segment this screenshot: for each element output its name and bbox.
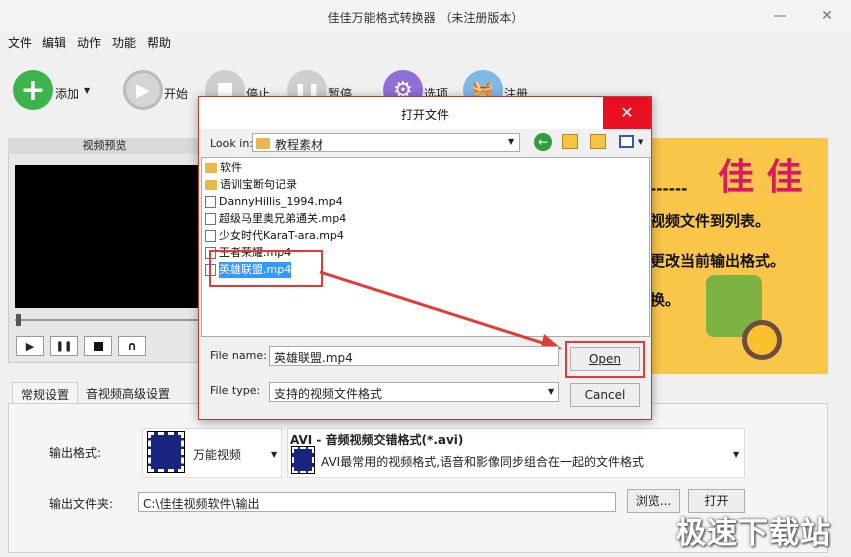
format-category-value: 万能视频 [193,448,242,462]
play-icon: ▶ [25,339,35,353]
play-button[interactable]: ▶ [16,336,44,356]
chevron-down-icon[interactable]: ▼ [84,86,90,95]
list-item[interactable]: 语训宝断句记录 [205,177,297,193]
browse-button[interactable]: 浏览... [627,489,680,513]
file-type-select[interactable]: 支持的视频文件格式 [269,382,559,402]
back-icon[interactable]: ← [534,133,552,151]
file-name-label: File name: [210,349,267,362]
file-type-label: File type: [210,384,261,397]
stop-button-small[interactable] [84,336,112,356]
start-button[interactable]: 开始 [164,85,188,102]
format-name: AVI - 音频视频交错格式(*.avi) [290,433,464,447]
folder-icon [205,180,217,190]
folder-icon [256,138,270,149]
dialog-title: 打开文件 [400,108,449,122]
window-title: 佳佳万能格式转换器 （未注册版本） [327,11,524,25]
pause-button-small[interactable]: ❚❚ [50,336,78,356]
chevron-down-icon: ▼ [271,450,278,459]
chevron-down-icon[interactable]: ▼ [638,138,643,146]
tab-advanced[interactable]: 音视频高级设置 [78,382,178,404]
close-icon[interactable]: ✕ [815,6,839,26]
stop-icon [93,341,103,351]
format-description: AVI最常用的视频格式,语音和影像同步组合在一起的文件格式 [321,455,645,469]
menu-function[interactable]: 功能 [112,34,136,51]
output-format-label: 输出格式: [49,446,102,460]
minimize-icon[interactable]: — [768,6,792,26]
seek-handle[interactable] [16,314,21,326]
look-in-label: Look in: [210,137,253,150]
add-button[interactable]: 添加 [55,85,79,102]
film-icon-small [291,446,315,474]
folder-icon [205,163,217,173]
list-item[interactable]: 少女时代KaraT-ara.mp4 [205,228,344,244]
film-icon [147,431,185,473]
banner-brand: 佳 佳 [718,156,803,198]
new-folder-icon[interactable] [590,134,606,149]
preview-screen [15,165,201,308]
list-item[interactable]: 软件 [205,160,242,176]
dialog-cancel-button[interactable]: Cancel [570,383,640,407]
output-folder-label: 输出文件夹: [49,497,114,511]
banner-logo-disc [742,320,782,360]
headphone-icon: ∩ [127,339,137,353]
add-icon[interactable]: + [13,70,53,110]
output-folder-field[interactable]: C:\佳佳视频软件\输出 [138,492,616,512]
video-file-icon [205,230,216,242]
banner-line3: 换。 [650,291,681,309]
headphone-button[interactable]: ∩ [118,336,146,356]
chevron-down-icon: ▼ [548,387,555,396]
list-item[interactable]: 超级马里奥兄弟通关.mp4 [205,211,346,227]
up-folder-icon[interactable] [562,134,578,149]
menu-edit[interactable]: 编辑 [42,34,66,51]
seek-bar[interactable] [15,319,201,321]
preview-header: 视频预览 [8,138,201,154]
tab-general[interactable]: 常规设置 [12,382,79,404]
site-watermark: 极速下载站 [676,516,831,551]
menu-help[interactable]: 帮助 [147,34,171,51]
banner-dashes: ------ [650,180,688,198]
list-item[interactable]: DannyHillis_1994.mp4 [205,194,343,210]
banner-line1: 视频文件到列表。 [650,212,771,230]
menu-file[interactable]: 文件 [8,34,32,51]
pause-icon: ❚❚ [55,340,73,352]
dialog-open-button[interactable]: Open [570,347,640,371]
menu-action[interactable]: 动作 [77,34,101,51]
look-in-value: 教程素材 [275,138,324,152]
banner-line2: 更改当前输出格式。 [650,252,786,270]
file-name-field[interactable]: 英雄联盟.mp4 [269,346,559,366]
video-file-icon [205,196,216,208]
chevron-down-icon: ▼ [733,450,740,459]
video-file-icon [205,213,216,225]
view-menu-icon[interactable] [619,135,634,148]
play-icon[interactable]: ▶ [123,70,163,110]
chevron-down-icon: ▼ [508,137,515,146]
annotation-arrow [319,270,562,352]
dialog-close-icon[interactable]: ✕ [603,97,651,129]
